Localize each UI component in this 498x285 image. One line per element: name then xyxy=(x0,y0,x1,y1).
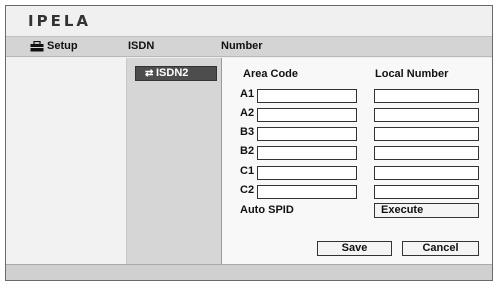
local-number-field-b2[interactable] xyxy=(374,146,479,160)
local-number-field-a1[interactable] xyxy=(374,89,479,103)
area-code-field-a2[interactable] xyxy=(257,108,357,122)
area-code-field-c2[interactable] xyxy=(257,185,357,199)
local-number-field-b3[interactable] xyxy=(374,127,479,141)
menu-setup[interactable]: Setup xyxy=(47,40,78,52)
auto-spid-label: Auto SPID xyxy=(240,204,294,216)
title-bar: IPELA xyxy=(6,6,492,34)
area-code-field-a1[interactable] xyxy=(257,89,357,103)
menu-bar: Setup ISDN Number xyxy=(6,36,492,57)
isdn-icon: ⇄ xyxy=(145,68,154,79)
area-code-field-b3[interactable] xyxy=(257,127,357,141)
row-label-b3: B3 xyxy=(240,126,255,138)
sidebar-item-isdn2[interactable]: ⇄ ISDN2 xyxy=(135,66,217,81)
area-code-field-b2[interactable] xyxy=(257,146,357,160)
menu-number[interactable]: Number xyxy=(221,40,263,52)
row-label-c2: C2 xyxy=(240,184,255,196)
cancel-button[interactable]: Cancel xyxy=(402,241,479,256)
local-number-field-a2[interactable] xyxy=(374,108,479,122)
menu-isdn[interactable]: ISDN xyxy=(128,40,154,52)
area-code-header: Area Code xyxy=(243,68,299,80)
main-window: IPELA Setup ISDN Number ⇄ ISDN2 Area Cod… xyxy=(5,5,493,281)
row-label-b2: B2 xyxy=(240,145,255,157)
row-label-c1: C1 xyxy=(240,165,255,177)
row-label-a2: A2 xyxy=(240,107,255,119)
area-code-field-c1[interactable] xyxy=(257,166,357,180)
sidebar-item-label: ISDN2 xyxy=(156,67,189,79)
execute-button[interactable]: Execute xyxy=(374,203,479,218)
ipela-logo: IPELA xyxy=(28,12,91,30)
status-bar xyxy=(6,264,492,280)
sidebar: ⇄ ISDN2 xyxy=(127,58,221,264)
save-button[interactable]: Save xyxy=(317,241,392,256)
local-number-field-c1[interactable] xyxy=(374,166,479,180)
local-number-field-c2[interactable] xyxy=(374,185,479,199)
left-panel xyxy=(6,58,127,264)
row-label-a1: A1 xyxy=(240,88,255,100)
toolbox-icon xyxy=(30,41,44,52)
local-number-header: Local Number xyxy=(375,68,449,80)
number-form: Area Code Local Number A1 A2 B3 B2 C1 C2… xyxy=(221,58,492,264)
